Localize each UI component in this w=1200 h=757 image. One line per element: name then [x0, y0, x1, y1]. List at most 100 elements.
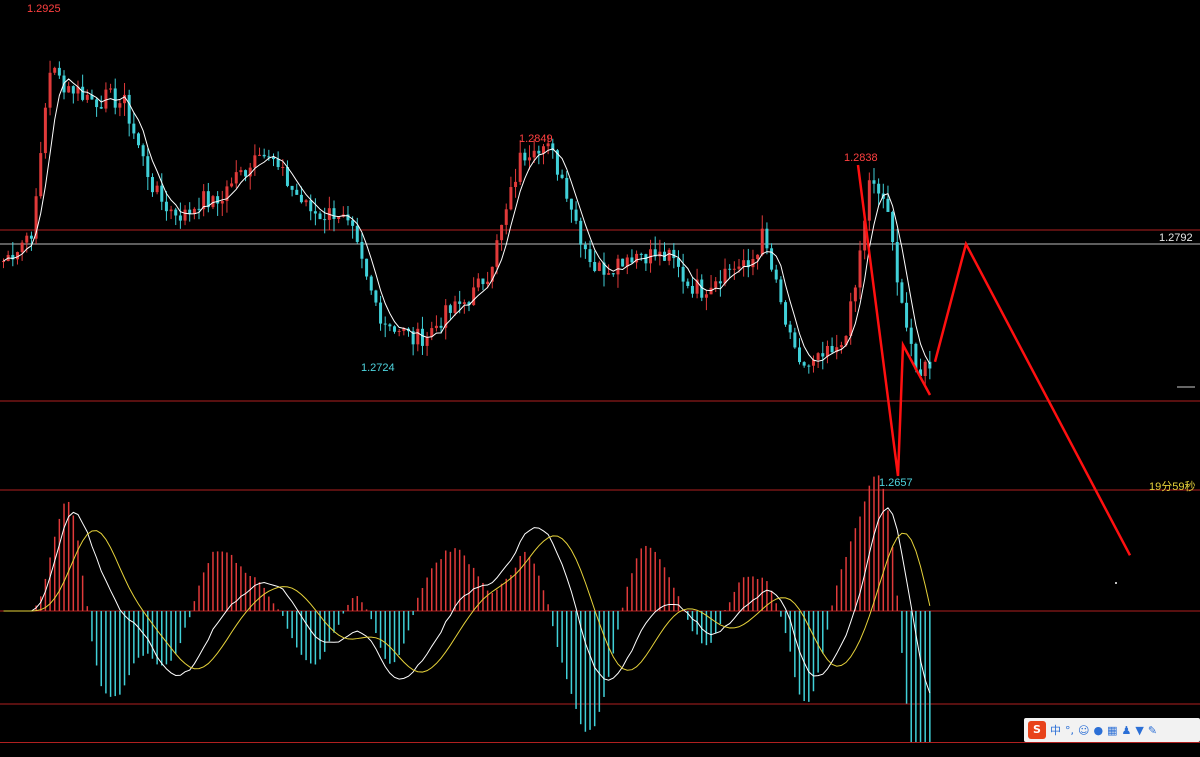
- low-label-2: 1.2657: [879, 477, 913, 489]
- candle-body: [514, 181, 518, 188]
- candle-body: [383, 323, 387, 325]
- candle-body: [788, 324, 792, 333]
- ime-language-toggle[interactable]: 中: [1050, 722, 1061, 738]
- candle-body: [318, 213, 322, 220]
- candle-body: [723, 268, 727, 284]
- candle-body: [486, 281, 490, 285]
- candle-body: [230, 183, 234, 187]
- user-icon[interactable]: ♟: [1121, 724, 1131, 737]
- candle-body: [462, 302, 466, 304]
- candle-body: [909, 327, 913, 344]
- candle-body: [48, 72, 52, 108]
- candle-body: [360, 241, 364, 259]
- candle-body: [481, 278, 485, 285]
- candle-body: [891, 211, 895, 243]
- candle-body: [849, 301, 853, 336]
- candle-body: [905, 302, 909, 328]
- candle-body: [760, 228, 764, 255]
- candle-body: [220, 201, 224, 204]
- candle-body: [616, 258, 620, 275]
- emoji-icon[interactable]: ☺: [1078, 724, 1089, 737]
- candle-body: [588, 249, 592, 263]
- candle-body: [495, 240, 499, 267]
- shirt-icon[interactable]: ▼: [1135, 724, 1143, 737]
- candle-body: [867, 180, 871, 221]
- mic-icon[interactable]: ●: [1093, 724, 1103, 737]
- candle-body: [504, 209, 508, 225]
- candle-body: [416, 328, 420, 345]
- candle-body: [518, 152, 522, 182]
- candle-body: [439, 325, 443, 328]
- candle-body: [174, 209, 178, 216]
- candle-body: [560, 174, 564, 178]
- candle-body: [500, 224, 504, 241]
- candle-body: [639, 253, 643, 255]
- candle-body: [141, 145, 145, 157]
- candle-body: [127, 94, 131, 124]
- candle-body: [621, 258, 625, 267]
- candle-body: [732, 268, 736, 270]
- candle-body: [374, 290, 378, 303]
- candle-body: [509, 187, 513, 210]
- bar-countdown: 19分59秒: [1149, 481, 1196, 493]
- high-label-1: 1.2925: [27, 3, 61, 15]
- candle-body: [714, 281, 718, 288]
- candle-body: [886, 198, 890, 212]
- candle-body: [67, 86, 71, 93]
- candle-body: [365, 258, 369, 277]
- candle-body: [95, 99, 99, 108]
- candle-body: [718, 281, 722, 284]
- candle-body: [704, 294, 708, 298]
- candle-body: [99, 107, 103, 109]
- wrench-icon[interactable]: ✎: [1148, 724, 1157, 737]
- candle-body: [779, 279, 783, 303]
- candle-body: [276, 159, 280, 168]
- candle-body: [420, 328, 424, 346]
- moving-average-line: [3, 78, 931, 365]
- candle-body: [765, 228, 769, 249]
- candle-body: [630, 257, 634, 263]
- candle-body: [784, 302, 788, 325]
- candle-body: [597, 262, 601, 271]
- candle-body: [253, 155, 257, 168]
- candle-body: [458, 301, 462, 304]
- candle-body: [667, 249, 671, 261]
- candle-body: [565, 177, 569, 199]
- candle-body: [895, 242, 899, 283]
- candle-body: [234, 172, 238, 184]
- candle-body: [290, 185, 294, 190]
- candle-body: [323, 219, 327, 221]
- candle-body: [332, 208, 336, 219]
- candle-body: [523, 152, 527, 161]
- ime-punctuation-toggle[interactable]: °,: [1065, 724, 1074, 737]
- candle-body: [132, 123, 136, 134]
- candle-body: [267, 156, 271, 158]
- high-label-2: 1.2849: [519, 133, 553, 145]
- candle-body: [71, 86, 75, 94]
- candle-body: [393, 326, 397, 332]
- keyboard-icon[interactable]: ▦: [1107, 724, 1117, 737]
- candle-body: [425, 336, 429, 346]
- candle-body: [388, 324, 392, 327]
- candle-body: [369, 276, 373, 291]
- candle-body: [751, 258, 755, 268]
- low-label-1: 1.2724: [361, 362, 395, 374]
- candle-body: [737, 266, 741, 269]
- candle-body: [839, 345, 843, 348]
- candle-body: [81, 86, 85, 100]
- candle-body: [877, 183, 881, 194]
- candle-body: [85, 94, 89, 100]
- candle-body: [742, 260, 746, 267]
- candle-body: [295, 189, 299, 195]
- candle-body: [211, 196, 215, 208]
- candle-body: [25, 235, 29, 243]
- candle-body: [448, 305, 452, 313]
- ime-toolbar[interactable]: S 中 °, ☺ ● ▦ ♟ ▼ ✎: [1024, 718, 1200, 742]
- candle-body: [821, 353, 825, 357]
- candle-body: [672, 249, 676, 259]
- candle-body: [583, 244, 587, 250]
- candle-body: [793, 332, 797, 348]
- ime-logo-icon[interactable]: S: [1028, 721, 1046, 739]
- candle-body: [872, 180, 876, 184]
- candle-body: [309, 200, 313, 212]
